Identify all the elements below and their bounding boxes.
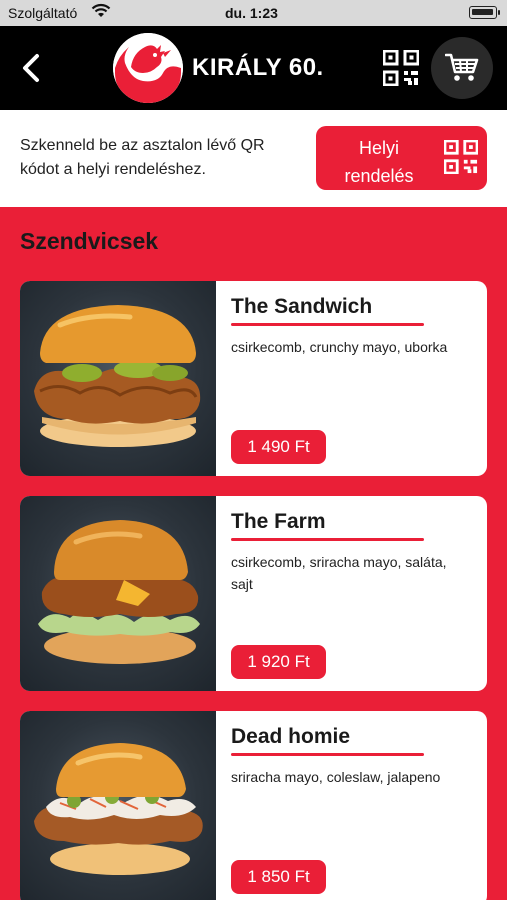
clock: du. 1:23	[225, 5, 278, 21]
product-photo	[20, 496, 216, 691]
shopping-cart-icon	[445, 53, 479, 81]
qr-code-icon	[444, 140, 478, 174]
category-title: Szendvicsek	[20, 228, 159, 254]
battery-tip	[498, 10, 500, 15]
local-order-label-line2: rendelés	[344, 166, 414, 186]
product-card[interactable]: Dead homie sriracha mayo, coleslaw, jala…	[20, 711, 487, 900]
battery-icon	[469, 6, 497, 19]
product-name-underline	[231, 538, 424, 541]
app-header: KIRÁLY 60.	[0, 26, 507, 110]
product-name-underline	[231, 753, 424, 756]
product-price-badge[interactable]: 1 850 Ft	[231, 860, 326, 894]
back-button[interactable]	[14, 48, 50, 88]
restaurant-logo	[113, 33, 183, 103]
local-order-button[interactable]: Helyi rendelés	[316, 126, 487, 190]
local-order-label-line1: Helyi	[358, 138, 399, 158]
wifi-icon	[91, 3, 111, 22]
product-name: Dead homie	[231, 725, 351, 748]
carrier-label: Szolgáltató	[8, 5, 78, 21]
product-description: csirkecomb, sriracha mayo, saláta, sajt	[231, 554, 447, 592]
product-photo	[20, 711, 216, 900]
qr-code-icon	[382, 49, 420, 87]
local-order-info-bar: Szkenneld be az asztalon lévő QR kódot a…	[0, 110, 507, 207]
product-name: The Farm	[231, 510, 326, 533]
qr-instruction-text: Szkenneld be az asztalon lévő QR kódot a…	[20, 137, 265, 178]
product-photo	[20, 281, 216, 476]
product-name: The Sandwich	[231, 295, 373, 318]
chevron-left-icon	[23, 54, 39, 82]
product-price-badge[interactable]: 1 490 Ft	[231, 430, 326, 464]
page-title: KIRÁLY 60.	[192, 54, 324, 81]
product-card[interactable]: The Sandwich csirkecomb, crunchy mayo, u…	[20, 281, 487, 476]
product-price-badge[interactable]: 1 920 Ft	[231, 645, 326, 679]
product-description: sriracha mayo, coleslaw, jalapeno	[231, 769, 441, 785]
cart-button[interactable]	[431, 37, 493, 99]
local-order-label: Helyi rendelés	[324, 134, 434, 190]
product-description: csirkecomb, crunchy mayo, uborka	[231, 339, 448, 355]
qr-scan-button[interactable]	[382, 49, 420, 87]
status-bar: Szolgáltató du. 1:23	[0, 0, 507, 26]
product-name-underline	[231, 323, 424, 326]
product-card[interactable]: The Farm csirkecomb, sriracha mayo, salá…	[20, 496, 487, 691]
